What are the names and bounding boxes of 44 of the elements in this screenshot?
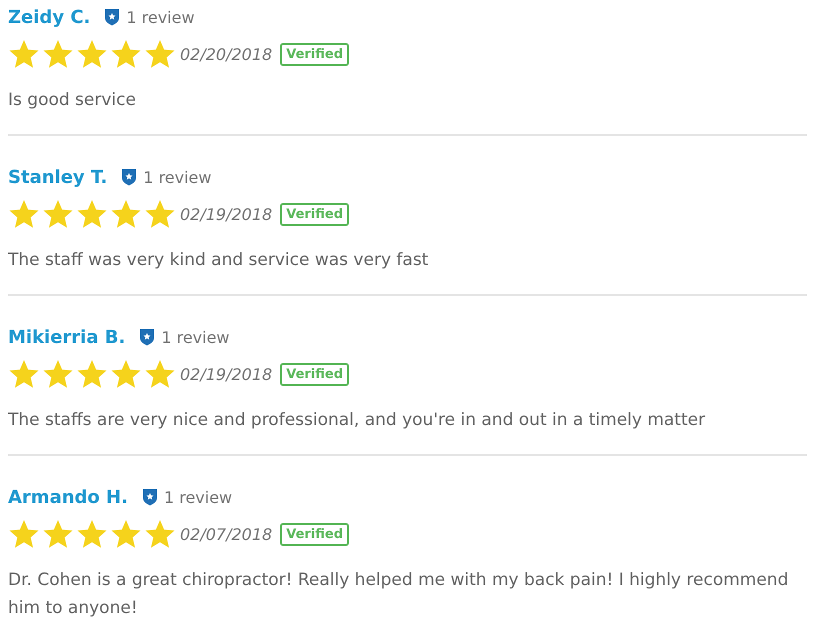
star-icon (76, 38, 108, 70)
reviewer-name[interactable]: Zeidy C. (8, 6, 90, 28)
review-date: 02/20/2018 (180, 44, 272, 64)
reviewer-name[interactable]: Stanley T. (8, 166, 108, 188)
star-icon (76, 518, 108, 550)
star-icon (8, 198, 40, 230)
star-icon (42, 198, 74, 230)
verified-badge: Verified (280, 202, 350, 226)
review-text: The staff was very kind and service was very fast (8, 249, 430, 272)
review-count[interactable]: 1 review (143, 168, 212, 186)
star-icon (8, 358, 40, 390)
review-count[interactable]: 1 review (126, 8, 195, 26)
star-icon (110, 198, 142, 230)
star-icon (8, 518, 40, 550)
star-icon (144, 38, 176, 70)
shield-icon (142, 488, 158, 506)
star-icon (144, 358, 176, 390)
reviewer-name[interactable]: Mikierria B. (8, 326, 126, 348)
star-icon (144, 198, 176, 230)
review-text: Is good service (8, 89, 137, 112)
review-text: The staffs are very nice and professional, and you're in and out in a timely matter (8, 409, 706, 432)
star-icon (42, 518, 74, 550)
star-icon (144, 518, 176, 550)
star-icon (110, 358, 142, 390)
star-icon (8, 38, 40, 70)
reviewer-name[interactable]: Armando H. (8, 486, 128, 508)
star-icon (76, 358, 108, 390)
star-icon (110, 518, 142, 550)
review-date: 02/19/2018 (180, 364, 272, 384)
star-icon (110, 38, 142, 70)
review-count[interactable]: 1 review (164, 488, 232, 506)
shield-icon (139, 328, 156, 346)
star-icon (42, 38, 74, 70)
verified-badge: Verified (280, 522, 350, 546)
star-icon (42, 358, 74, 390)
review-text: Dr. Cohen is a great chiropractor! Really helped me with my back pain! I highly recommend him to anyone! (8, 569, 790, 620)
verified-badge: Verified (280, 362, 350, 386)
review-date: 02/19/2018 (180, 204, 272, 224)
shield-icon (104, 8, 120, 26)
star-icon (76, 198, 108, 230)
shield-icon (121, 168, 138, 186)
review-count[interactable]: 1 review (161, 328, 230, 346)
verified-badge: Verified (280, 42, 350, 66)
review-date: 02/07/2018 (180, 524, 272, 544)
